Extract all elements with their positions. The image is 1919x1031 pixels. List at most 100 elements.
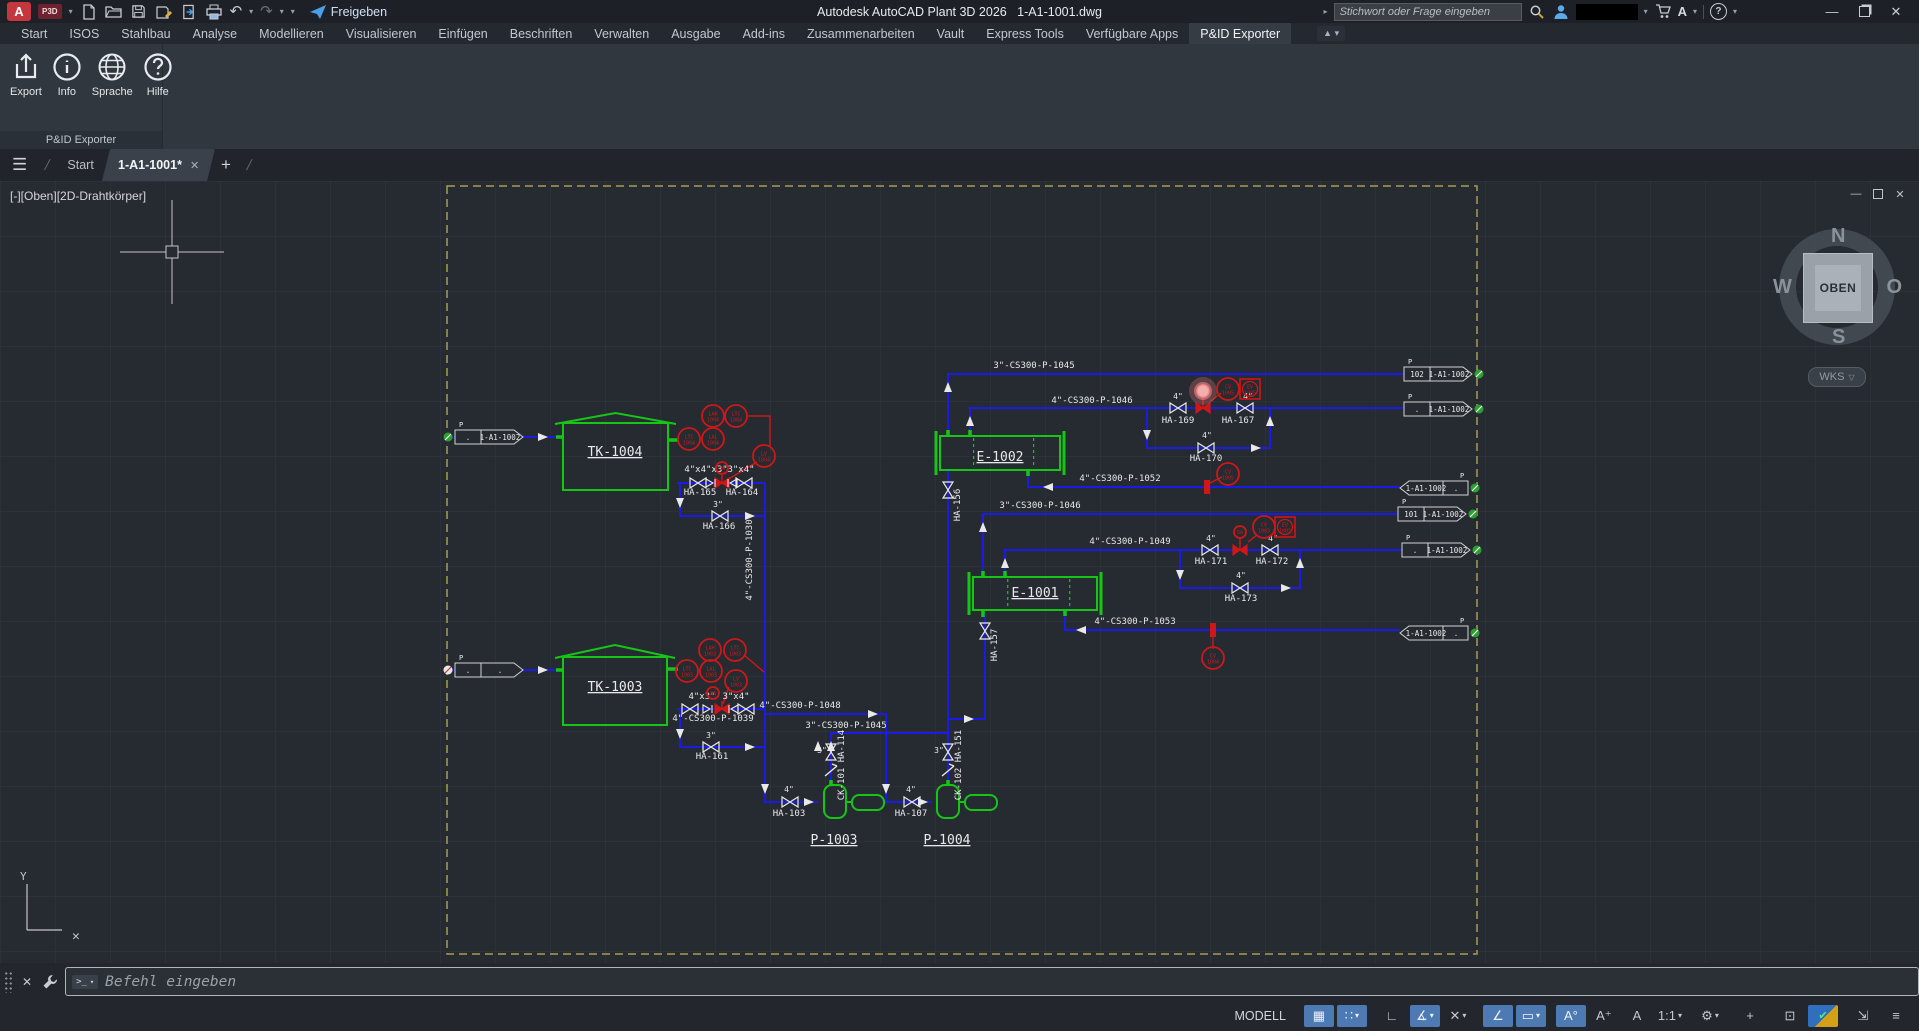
- annotation-scale-button[interactable]: 1:1▾: [1655, 1005, 1685, 1027]
- file-tab-active[interactable]: 1-A1-1001* ✕: [102, 149, 215, 181]
- titlebar-separator: [1703, 5, 1704, 19]
- user-menu-caret[interactable]: ▾: [1644, 7, 1648, 16]
- polar-tracking-button[interactable]: ∡▾: [1410, 1005, 1440, 1027]
- file-tab-start[interactable]: Start: [55, 149, 105, 181]
- isolate-objects-button[interactable]: ⊡: [1775, 1005, 1805, 1027]
- redo-icon[interactable]: ↷: [260, 4, 273, 19]
- user-icon[interactable]: [1552, 3, 1570, 21]
- minimize-button[interactable]: —: [1819, 0, 1845, 23]
- viewcube[interactable]: N W O S OBEN: [1779, 229, 1895, 345]
- status-bar: MODELL ▦∷▾ ∟∡▾✕▾ ∠▭▾ A°A⁺A1:1▾ ⚙▾ + ⊡✔ ⇲≡: [0, 1000, 1919, 1031]
- ribbon-tab-verf-gbare-apps[interactable]: Verfügbare Apps: [1075, 23, 1189, 44]
- command-input[interactable]: >_▾ Befehl eingeben: [65, 967, 1919, 996]
- graphics-performance-button[interactable]: ✔: [1808, 1005, 1838, 1027]
- viewcube-west[interactable]: W: [1773, 276, 1792, 299]
- selection-cycling-button[interactable]: ▭▾: [1516, 1005, 1546, 1027]
- status-menu-button[interactable]: ≡: [1881, 1005, 1911, 1027]
- ortho-button[interactable]: ∟: [1377, 1005, 1407, 1027]
- file-tab-menu-icon[interactable]: ☰: [0, 155, 39, 175]
- share-button[interactable]: Freigeben: [310, 5, 387, 19]
- object-snap-tracking-button[interactable]: ✕▾: [1443, 1005, 1473, 1027]
- ribbon-tab-stahlbau[interactable]: Stahlbau: [110, 23, 181, 44]
- autocad-app-icon[interactable]: A: [7, 2, 31, 21]
- ribbon-tab-ausgabe[interactable]: Ausgabe: [660, 23, 731, 44]
- connector-p-flag: P: [459, 421, 463, 429]
- ribbon-tab-beschriften[interactable]: Beschriften: [499, 23, 584, 44]
- vp-close-icon[interactable]: ✕: [1893, 187, 1907, 201]
- grid-button[interactable]: ▦: [1304, 1005, 1334, 1027]
- search-icon[interactable]: [1528, 3, 1546, 21]
- autodesk-menu-caret[interactable]: ▾: [1693, 7, 1697, 16]
- ribbon-tab-verwalten[interactable]: Verwalten: [583, 23, 660, 44]
- pipe-label: 4": [1202, 431, 1212, 440]
- redo-caret[interactable]: ▾: [280, 7, 284, 16]
- pipe-label: HA-173: [1225, 594, 1258, 604]
- viewcube-north[interactable]: N: [1831, 225, 1845, 248]
- command-close-icon[interactable]: ✕: [19, 975, 35, 989]
- help-menu-caret[interactable]: ▾: [1733, 7, 1737, 16]
- clean-screen-button[interactable]: ⇲: [1848, 1005, 1878, 1027]
- ribbon-tab-analyse[interactable]: Analyse: [182, 23, 248, 44]
- ribbon-tab-add-ins[interactable]: Add-ins: [732, 23, 796, 44]
- qat-customize-icon[interactable]: ▾: [291, 7, 295, 16]
- pipe-label: 3": [713, 500, 723, 509]
- tab-close-icon[interactable]: ✕: [190, 159, 199, 172]
- new-file-icon[interactable]: [80, 3, 98, 21]
- ribbon-tab-visualisieren[interactable]: Visualisieren: [335, 23, 428, 44]
- app-store-cart-icon[interactable]: [1654, 3, 1672, 21]
- viewcube-south[interactable]: S: [1832, 326, 1845, 349]
- viewport-controls-label[interactable]: [-][Oben][2D-Drahtkörper]: [10, 189, 146, 203]
- command-drag-handle-icon[interactable]: [4, 971, 13, 993]
- search-input[interactable]: Stichwort oder Frage eingeben: [1334, 3, 1522, 21]
- connector-cell: 1-A1-1002: [1406, 629, 1447, 638]
- ribbon-tab-vault[interactable]: Vault: [926, 23, 976, 44]
- ribbon-tab-express-tools[interactable]: Express Tools: [975, 23, 1075, 44]
- print-icon[interactable]: [205, 3, 223, 21]
- viewcube-top-face[interactable]: OBEN: [1803, 253, 1873, 323]
- export-button[interactable]: Export: [10, 52, 42, 98]
- vp-minimize-icon[interactable]: —: [1849, 187, 1863, 201]
- object-snap-button[interactable]: ∠: [1483, 1005, 1513, 1027]
- customize-wrench-icon[interactable]: [41, 973, 59, 991]
- model-paper-toggle[interactable]: MODELL: [1235, 1009, 1286, 1023]
- ribbon-tab-modellieren[interactable]: Modellieren: [248, 23, 335, 44]
- workspace-switching-button[interactable]: ⚙▾: [1695, 1005, 1725, 1027]
- info-button[interactable]: Info: [52, 52, 82, 98]
- search-expand-caret[interactable]: ▸: [1324, 7, 1328, 16]
- help-panel-button[interactable]: Hilfe: [143, 52, 173, 98]
- new-drawing-tab-button[interactable]: +: [211, 155, 241, 175]
- ribbon-tab-isos[interactable]: ISOS: [58, 23, 110, 44]
- open-icon[interactable]: [105, 3, 123, 21]
- pid-drawing[interactable]: 3"-CS300-P-10454"-CS300-P-10464"-CS300-P…: [0, 181, 1919, 963]
- snap-mode-button[interactable]: ∷▾: [1337, 1005, 1367, 1027]
- app-menu-caret[interactable]: ▾: [69, 7, 73, 16]
- restore-button[interactable]: [1851, 0, 1877, 23]
- command-prompt-icon[interactable]: >_▾: [72, 975, 98, 989]
- language-button[interactable]: Sprache: [92, 52, 133, 98]
- ribbon-display-toggle[interactable]: ▲ ▾: [1317, 26, 1345, 41]
- wcs-dropdown[interactable]: WKS▽: [1808, 367, 1866, 387]
- ribbon-tab-zusammenarbeiten[interactable]: Zusammenarbeiten: [796, 23, 926, 44]
- customize-status-button[interactable]: +: [1735, 1005, 1765, 1027]
- connector-cell: .: [1454, 629, 1459, 638]
- autodesk-logo-icon[interactable]: A: [1678, 4, 1687, 19]
- close-button[interactable]: ✕: [1883, 0, 1909, 23]
- ribbon-tab-p-id-exporter[interactable]: P&ID Exporter: [1189, 23, 1291, 44]
- save-as-icon[interactable]: [155, 3, 173, 21]
- undo-caret[interactable]: ▾: [249, 7, 253, 16]
- save-icon[interactable]: [130, 3, 148, 21]
- connector-cell: 1-A1-1002: [480, 433, 521, 442]
- etransmit-icon[interactable]: [180, 3, 198, 21]
- annotation-scale-flag-button[interactable]: A: [1622, 1005, 1652, 1027]
- viewcube-east[interactable]: O: [1886, 276, 1902, 299]
- pipe-label: 4"-CS300-P-1046: [1051, 396, 1132, 406]
- help-icon[interactable]: ?: [1710, 3, 1727, 20]
- annotation-autoscale-button[interactable]: A⁺: [1589, 1005, 1619, 1027]
- vp-restore-icon[interactable]: [1871, 187, 1885, 201]
- panel-title[interactable]: P&ID Exporter: [0, 131, 162, 149]
- ribbon-tab-start[interactable]: Start: [10, 23, 58, 44]
- ribbon-tab-einf-gen[interactable]: Einfügen: [427, 23, 498, 44]
- undo-icon[interactable]: ↶: [230, 4, 243, 19]
- model-space-canvas[interactable]: 3"-CS300-P-10454"-CS300-P-10464"-CS300-P…: [0, 181, 1919, 963]
- annotation-visibility-button[interactable]: A°: [1556, 1005, 1586, 1027]
